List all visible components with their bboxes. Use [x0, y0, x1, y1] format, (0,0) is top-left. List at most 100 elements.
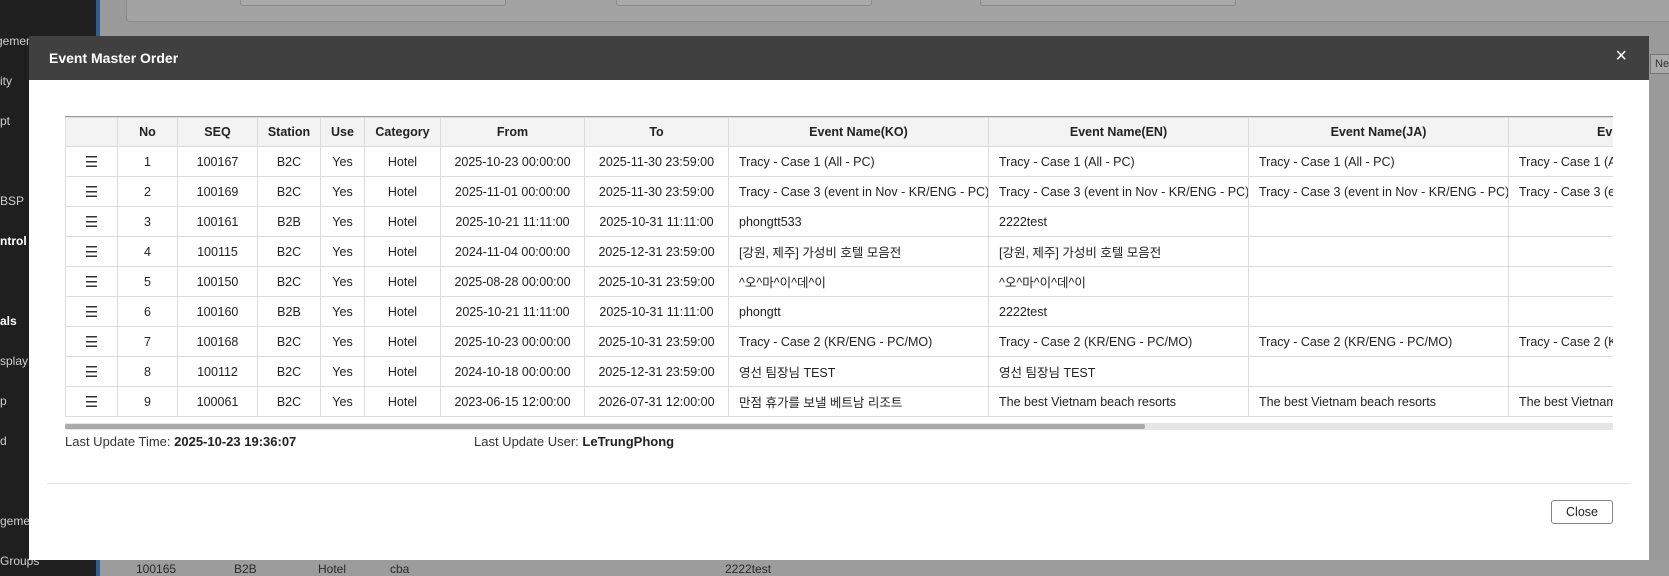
- drag-handle-icon[interactable]: ☰: [65, 266, 118, 297]
- drag-handle-icon[interactable]: ☰: [65, 176, 118, 207]
- cell-event-name-ja: The best Vietnam beach resorts: [1248, 386, 1509, 417]
- drag-handle-icon[interactable]: ☰: [65, 356, 118, 387]
- cell-to: 2025-10-31 11:11:00: [584, 206, 729, 237]
- dialog-title: Event Master Order: [49, 50, 179, 66]
- column-header-event-name-ja[interactable]: Event Name(JA): [1248, 117, 1509, 147]
- cell-category: Hotel: [364, 386, 441, 417]
- cell-event-name-more: [1508, 296, 1613, 327]
- cell-from: 2024-10-18 00:00:00: [440, 356, 585, 387]
- last-update-time-label: Last Update Time:: [65, 434, 171, 449]
- table-row[interactable]: ☰ 2 100169 B2C Yes Hotel 2025-11-01 00:00:00 20…: [65, 176, 1613, 207]
- cell-event-name-ja: [1248, 266, 1509, 297]
- table-row[interactable]: ☰ 6 100160 B2B Yes Hotel 2025-10-21 11:11:00 20…: [65, 296, 1613, 327]
- drag-handle-icon[interactable]: ☰: [65, 236, 118, 267]
- cell-category: Hotel: [364, 356, 441, 387]
- cell-category: Hotel: [364, 206, 441, 237]
- sidebar-item: gemen: [0, 34, 33, 48]
- column-header-seq[interactable]: SEQ: [177, 117, 258, 147]
- cell-from: 2025-10-23 00:00:00: [440, 146, 585, 177]
- cell-event-name-ko: 영선 팀장님 TEST: [728, 356, 989, 387]
- cell-event-name-ko: Tracy - Case 2 (KR/ENG - PC/MO): [728, 326, 989, 357]
- cell-category: Hotel: [364, 236, 441, 267]
- cell-to: 2025-11-30 23:59:00: [584, 176, 729, 207]
- cell-to: 2025-11-30 23:59:00: [584, 146, 729, 177]
- table-row[interactable]: ☰ 1 100167 B2C Yes Hotel 2025-10-23 00:00:00 20…: [65, 146, 1613, 177]
- column-header-category[interactable]: Category: [364, 117, 441, 147]
- column-header-station[interactable]: Station: [257, 117, 321, 147]
- table-row[interactable]: ☰ 4 100115 B2C Yes Hotel 2024-11-04 00:00:00 20…: [65, 236, 1613, 267]
- sidebar-item: als: [0, 314, 17, 328]
- cell-seq: 100168: [177, 326, 258, 357]
- table-row[interactable]: ☰ 5 100150 B2C Yes Hotel 2025-08-28 00:00:00 20…: [65, 266, 1613, 297]
- grid-header-row: No SEQ Station Use Category From To Even…: [65, 117, 1613, 147]
- cell-event-name-ja: [1248, 356, 1509, 387]
- cell-station: B2C: [257, 386, 321, 417]
- cell-event-name-more: [1508, 356, 1613, 387]
- background-input: [616, 0, 872, 6]
- sidebar-item: pt: [0, 114, 11, 128]
- column-header-to[interactable]: To: [584, 117, 729, 147]
- cell-seq: 100061: [177, 386, 258, 417]
- cell-from: 2024-11-04 00:00:00: [440, 236, 585, 267]
- cell-event-name-more: [1508, 266, 1613, 297]
- background-new-button: Ne: [1650, 54, 1669, 74]
- cell-event-name-en: ^오^마^이^데^이: [988, 266, 1249, 297]
- table-row[interactable]: ☰ 8 100112 B2C Yes Hotel 2024-10-18 00:00:00 20…: [65, 356, 1613, 387]
- cell-no: 1: [117, 146, 178, 177]
- drag-handle-icon[interactable]: ☰: [65, 206, 118, 237]
- horizontal-scrollbar[interactable]: [65, 423, 1613, 430]
- drag-handle-icon[interactable]: ☰: [65, 146, 118, 177]
- close-icon[interactable]: ×: [1615, 46, 1627, 66]
- column-header-event-name-en[interactable]: Event Name(EN): [988, 117, 1249, 147]
- last-update-user-value: LeTrungPhong: [582, 434, 675, 449]
- column-header-event-name-ko[interactable]: Event Name(KO): [728, 117, 989, 147]
- drag-handle-icon[interactable]: ☰: [65, 326, 118, 357]
- cell-use: Yes: [320, 236, 365, 267]
- background-table-row: 100165 B2B Hotel cba 2222test: [100, 560, 1669, 576]
- cell-to: 2025-10-31 23:59:00: [584, 326, 729, 357]
- sidebar-item: d: [0, 434, 7, 448]
- drag-handle-icon[interactable]: ☰: [65, 296, 118, 327]
- cell-event-name-ko: 만점 휴가를 보낼 베트남 리조트: [728, 386, 989, 417]
- scrollbar-thumb[interactable]: [65, 424, 1145, 429]
- cell-event-name-en: [강원, 제주] 가성비 호텔 모음전: [988, 236, 1249, 267]
- cell-event-name-en: Tracy - Case 3 (event in Nov - KR/ENG - …: [988, 176, 1249, 207]
- cell-event-name-more: [1508, 236, 1613, 267]
- column-header-no[interactable]: No: [117, 117, 178, 147]
- cell-event-name-ko: Tracy - Case 1 (All - PC): [728, 146, 989, 177]
- table-row[interactable]: ☰ 7 100168 B2C Yes Hotel 2025-10-23 00:00:00 20…: [65, 326, 1613, 357]
- cell-to: 2025-12-31 23:59:00: [584, 356, 729, 387]
- table-row[interactable]: ☰ 3 100161 B2B Yes Hotel 2025-10-21 11:11:00 20…: [65, 206, 1613, 237]
- column-header-from[interactable]: From: [440, 117, 585, 147]
- sidebar-item: splay: [0, 354, 29, 368]
- drag-handle-icon[interactable]: ☰: [65, 386, 118, 417]
- cell-seq: 100169: [177, 176, 258, 207]
- cell-from: 2025-10-21 11:11:00: [440, 296, 585, 327]
- cell-seq: 100161: [177, 206, 258, 237]
- cell-event-name-en: The best Vietnam beach resorts: [988, 386, 1249, 417]
- cell-event-name-ja: [1248, 236, 1509, 267]
- cell-use: Yes: [320, 356, 365, 387]
- cell-no: 4: [117, 236, 178, 267]
- table-row[interactable]: ☰ 9 100061 B2C Yes Hotel 2023-06-15 12:00:00 20…: [65, 386, 1613, 417]
- cell-event-name-en: Tracy - Case 1 (All - PC): [988, 146, 1249, 177]
- column-header-use[interactable]: Use: [320, 117, 365, 147]
- cell-event-name-ko: Tracy - Case 3 (event in Nov - KR/ENG - …: [728, 176, 989, 207]
- cell-station: B2B: [257, 296, 321, 327]
- cell-seq: 100160: [177, 296, 258, 327]
- sidebar-item: BSP: [0, 194, 25, 208]
- cell-station: B2C: [257, 266, 321, 297]
- cell-category: Hotel: [364, 296, 441, 327]
- sidebar-item: ntrol: [0, 234, 27, 248]
- cell: B2B: [234, 562, 257, 576]
- cell-event-name-ko: ^오^마^이^데^이: [728, 266, 989, 297]
- column-header-event-name-more[interactable]: Even: [1508, 117, 1613, 147]
- cell-use: Yes: [320, 146, 365, 177]
- last-update-time-value: 2025-10-23 19:36:07: [174, 434, 297, 449]
- close-button[interactable]: Close: [1551, 500, 1613, 524]
- cell-use: Yes: [320, 266, 365, 297]
- cell: 100165: [136, 562, 177, 576]
- cell-event-name-more: Tracy - Case 3 (eve: [1508, 176, 1613, 207]
- cell-use: Yes: [320, 296, 365, 327]
- event-master-order-dialog: Event Master Order × No SEQ Station Use …: [29, 36, 1649, 560]
